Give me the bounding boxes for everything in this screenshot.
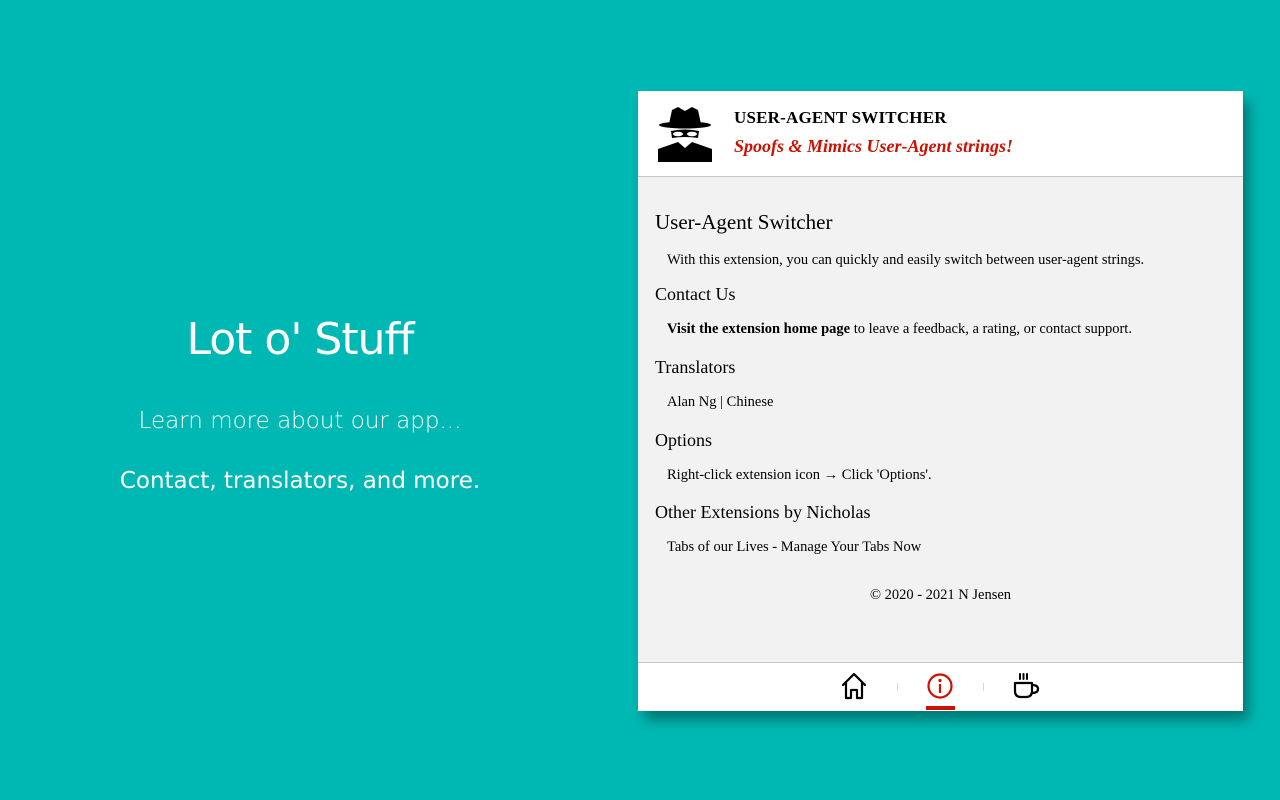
extension-title: USER-AGENT SWITCHER: [734, 108, 947, 127]
extension-popup: USER-AGENT SWITCHER Spoofs & Mimics User…: [638, 91, 1243, 711]
section-heading-about: User-Agent Switcher: [655, 210, 833, 234]
section-text-contact: Visit the extension home page to leave a…: [667, 320, 1132, 338]
about-content: User-Agent Switcher With this extension,…: [638, 177, 1243, 662]
extension-subtitle: Spoofs & Mimics User-Agent strings!: [734, 136, 1014, 156]
contact-description: to leave a feedback, a rating, or contac…: [850, 321, 1132, 337]
promo-panel: Lot o' Stuff Learn more about our app...…: [0, 0, 600, 800]
info-icon[interactable]: [925, 671, 955, 701]
popup-footer-nav: [638, 662, 1243, 711]
promo-tagline: Learn more about our app...: [138, 408, 462, 434]
nav-divider: [983, 683, 984, 691]
coffee-icon[interactable]: [1011, 671, 1041, 701]
section-heading-other: Other Extensions by Nicholas: [655, 502, 871, 522]
section-text-about: With this extension, you can quickly and…: [667, 252, 1145, 268]
section-text-translators: Alan Ng | Chinese: [667, 394, 774, 410]
nav-divider: [897, 683, 898, 691]
home-page-link[interactable]: Visit the extension home page: [667, 321, 850, 337]
active-tab-indicator: [926, 706, 955, 710]
promo-description: Contact, translators, and more.: [119, 468, 481, 494]
section-heading-options: Options: [655, 430, 713, 450]
promo-title: Lot o' Stuff: [186, 314, 415, 365]
home-icon[interactable]: [839, 671, 869, 701]
spy-icon: [658, 107, 712, 162]
section-heading-contact: Contact Us: [655, 284, 736, 304]
popup-header: USER-AGENT SWITCHER Spoofs & Mimics User…: [638, 91, 1243, 177]
section-text-options: Right-click extension icon → Click 'Opti…: [667, 467, 932, 483]
other-extension-link[interactable]: Tabs of our Lives - Manage Your Tabs Now: [667, 538, 921, 556]
section-heading-translators: Translators: [655, 357, 736, 377]
copyright: © 2020 - 2021 N Jensen: [869, 587, 1012, 603]
